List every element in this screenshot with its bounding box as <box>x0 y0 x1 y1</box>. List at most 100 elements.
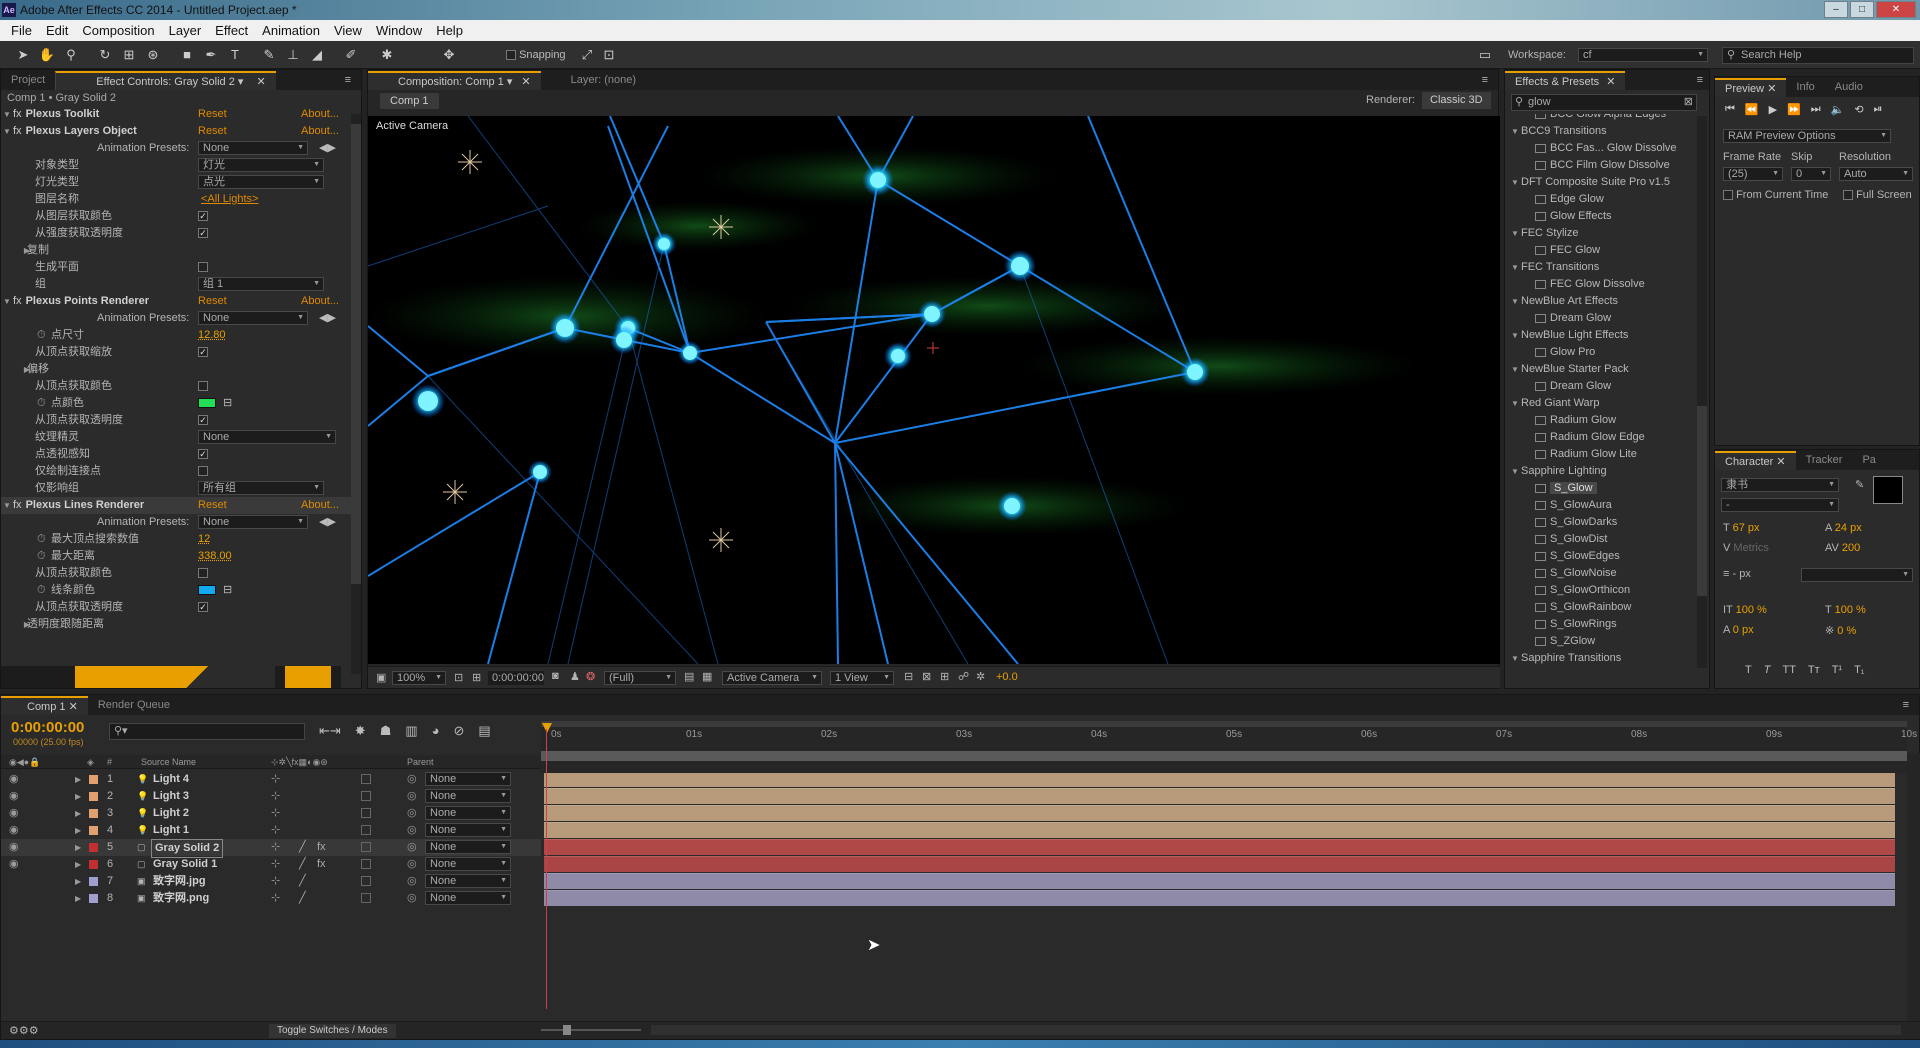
property-select[interactable]: 组 1 <box>198 277 324 291</box>
layer-name-link[interactable]: <All Lights> <box>201 191 258 208</box>
property-checkbox[interactable] <box>198 262 208 272</box>
effect-item[interactable]: BCC Film Glow Dissolve <box>1535 157 1670 174</box>
roto-brush-icon[interactable]: ✐ <box>342 46 360 64</box>
effect-category[interactable]: ▼ Red Giant Warp <box>1509 395 1599 412</box>
tsume-value[interactable]: 0 % <box>1837 625 1856 637</box>
work-area-bar[interactable] <box>541 721 1907 727</box>
play-icon[interactable]: ▶ <box>1769 103 1777 116</box>
effect-item[interactable]: Radium Glow <box>1535 412 1616 429</box>
effect-item[interactable]: S_ZGlow <box>1535 633 1595 650</box>
font-style-select[interactable]: - <box>1721 498 1839 512</box>
effect-switch-icon[interactable]: fx <box>317 839 326 856</box>
stopwatch-icon[interactable]: ⏱ <box>37 327 46 344</box>
last-frame-icon[interactable]: ⏭ <box>1811 103 1821 116</box>
expand-triangle-icon[interactable]: ▼ <box>1509 293 1521 310</box>
source-name-column[interactable]: Source Name <box>141 755 196 769</box>
effect-category[interactable]: ▼ BCC9 Transitions <box>1509 123 1607 140</box>
property-checkbox[interactable] <box>198 381 208 391</box>
leading-value[interactable]: 24 px <box>1835 522 1862 534</box>
expand-triangle-icon[interactable]: ▼ <box>1 123 13 140</box>
stopwatch-icon[interactable]: ⏱ <box>37 582 46 599</box>
expand-triangle-icon[interactable]: ▼ <box>1 293 13 310</box>
quality-switch-icon[interactable]: ╱ <box>299 890 306 907</box>
effect-item[interactable]: S_GlowEdges <box>1535 548 1620 565</box>
shy-switch-icon[interactable]: ⊹ <box>271 822 280 839</box>
layer-duration-bar[interactable] <box>544 839 1895 855</box>
layer-row[interactable]: ◉ ▶ 6 ▢ Gray Solid 1 ⊹ ╱ fx ◎ None <box>1 856 541 873</box>
eye-toggle-icon[interactable]: ◉ <box>9 839 19 856</box>
tab-character[interactable]: Character ✕ <box>1715 451 1796 470</box>
twirl-triangle-icon[interactable]: ▶ <box>75 771 81 788</box>
effect-item[interactable]: S_GlowRings <box>1535 616 1617 633</box>
superscript-icon[interactable]: T¹ <box>1832 664 1842 676</box>
tab-effect-controls[interactable]: Effect Controls: Gray Solid 2 ▾ ✕ <box>55 71 276 90</box>
animation-presets-select[interactable]: None <box>198 515 308 529</box>
expand-triangle-icon[interactable]: ▼ <box>1509 225 1521 242</box>
clear-search-icon[interactable]: ⊠ <box>1684 95 1693 110</box>
menu-view[interactable]: View <box>327 20 369 41</box>
layer-duration-bar[interactable] <box>544 805 1895 821</box>
fx-icon[interactable]: fx <box>13 108 22 120</box>
layer-switches-icon[interactable]: ⚙⚙⚙ <box>9 1024 39 1037</box>
effect-category[interactable]: ▼ Sapphire Transitions <box>1509 650 1621 667</box>
property-checkbox[interactable]: ✓ <box>198 415 208 425</box>
kerning-value[interactable]: Metrics <box>1733 542 1768 554</box>
label-color-swatch[interactable] <box>89 860 98 869</box>
fast-previews-icon[interactable]: ▤ <box>684 670 694 683</box>
draft-3d-icon[interactable]: ✸ <box>355 723 366 739</box>
3d-switch[interactable] <box>361 893 371 903</box>
shy-switch-icon[interactable]: ⊹ <box>271 890 280 907</box>
menu-window[interactable]: Window <box>369 20 429 41</box>
ep-menu-icon[interactable]: ≡ <box>1691 71 1709 90</box>
effect-category[interactable]: ▼ FEC Stylize <box>1509 225 1578 242</box>
effect-item[interactable]: S_GlowOrthicon <box>1535 582 1630 599</box>
toggle-pixel-aspect-icon[interactable]: ⊟ <box>904 670 913 683</box>
eye-toggle-icon[interactable]: ◉ <box>9 822 19 839</box>
shy-switch-icon[interactable]: ⊹ <box>271 873 280 890</box>
about-link[interactable]: About... <box>301 497 339 514</box>
time-navigator[interactable] <box>541 751 1907 761</box>
stopwatch-icon[interactable]: ⏱ <box>37 548 46 565</box>
frame-rate-select[interactable]: (25) <box>1723 167 1783 181</box>
skip-select[interactable]: 0 <box>1791 167 1831 181</box>
twirl-triangle-icon[interactable]: ▶ <box>75 856 81 873</box>
expand-triangle-icon[interactable]: ▼ <box>1509 395 1521 412</box>
prev-frame-icon[interactable]: ⏪ <box>1745 103 1759 116</box>
loop-icon[interactable]: ⟲ <box>1854 103 1863 116</box>
view-layout-select[interactable]: 1 View <box>830 671 894 685</box>
eyedropper-icon[interactable]: ✎ <box>1855 478 1864 491</box>
tab-tracker[interactable]: Tracker <box>1796 451 1853 470</box>
faux-italic-icon[interactable]: T <box>1764 664 1771 676</box>
full-screen-checkbox[interactable] <box>1843 190 1853 201</box>
timeline-menu-icon[interactable]: ≡ <box>1893 696 1919 715</box>
expand-triangle-icon[interactable]: ▼ <box>1509 327 1521 344</box>
ram-preview-select[interactable]: RAM Preview Options <box>1723 129 1891 143</box>
camera-tool-icon[interactable]: ⊞ <box>120 46 138 64</box>
layer-row[interactable]: ◉ ▶ 5 ▢ Gray Solid 2 ⊹ ╱ fx ◎ None <box>1 839 541 858</box>
show-snapshot-icon[interactable]: ♟ <box>570 670 580 683</box>
pick-whip-icon[interactable]: ◎ <box>407 839 417 856</box>
first-frame-icon[interactable]: ⏮ <box>1725 103 1735 116</box>
effect-item[interactable]: Glow Effects <box>1535 208 1612 225</box>
transparency-grid-icon[interactable]: ▦ <box>702 670 712 683</box>
tracking-value[interactable]: 200 <box>1842 542 1860 554</box>
ram-preview-icon[interactable]: ⏯ <box>1874 103 1883 116</box>
color-swatch[interactable] <box>198 585 216 595</box>
3d-switch[interactable] <box>361 876 371 886</box>
twirl-triangle-icon[interactable]: ▶ <box>75 839 81 856</box>
quality-switch-icon[interactable]: ╱ <box>299 873 306 890</box>
axis-mode-icon[interactable]: ✥ <box>440 46 458 64</box>
tab-layer[interactable]: Layer: (none) <box>561 71 646 90</box>
menu-edit[interactable]: Edit <box>39 20 75 41</box>
effect-item[interactable]: Radium Glow Lite <box>1535 446 1637 463</box>
layer-duration-bar[interactable] <box>544 822 1895 838</box>
effect-switch-icon[interactable]: fx <box>317 856 326 873</box>
pick-whip-icon[interactable]: ◎ <box>407 771 417 788</box>
menu-effect[interactable]: Effect <box>208 20 255 41</box>
effect-item[interactable]: Radium Glow Edge <box>1535 429 1645 446</box>
effect-item[interactable]: Edge Glow <box>1535 191 1604 208</box>
effect-item[interactable]: S_GlowAura <box>1535 497 1612 514</box>
layer-row[interactable]: ▶ 7 ▣ 致字网.jpg ⊹ ╱ ◎ None <box>1 873 541 890</box>
eye-toggle-icon[interactable]: ◉ <box>9 805 19 822</box>
effect-item[interactable]: S_GlowNoise <box>1535 565 1617 582</box>
